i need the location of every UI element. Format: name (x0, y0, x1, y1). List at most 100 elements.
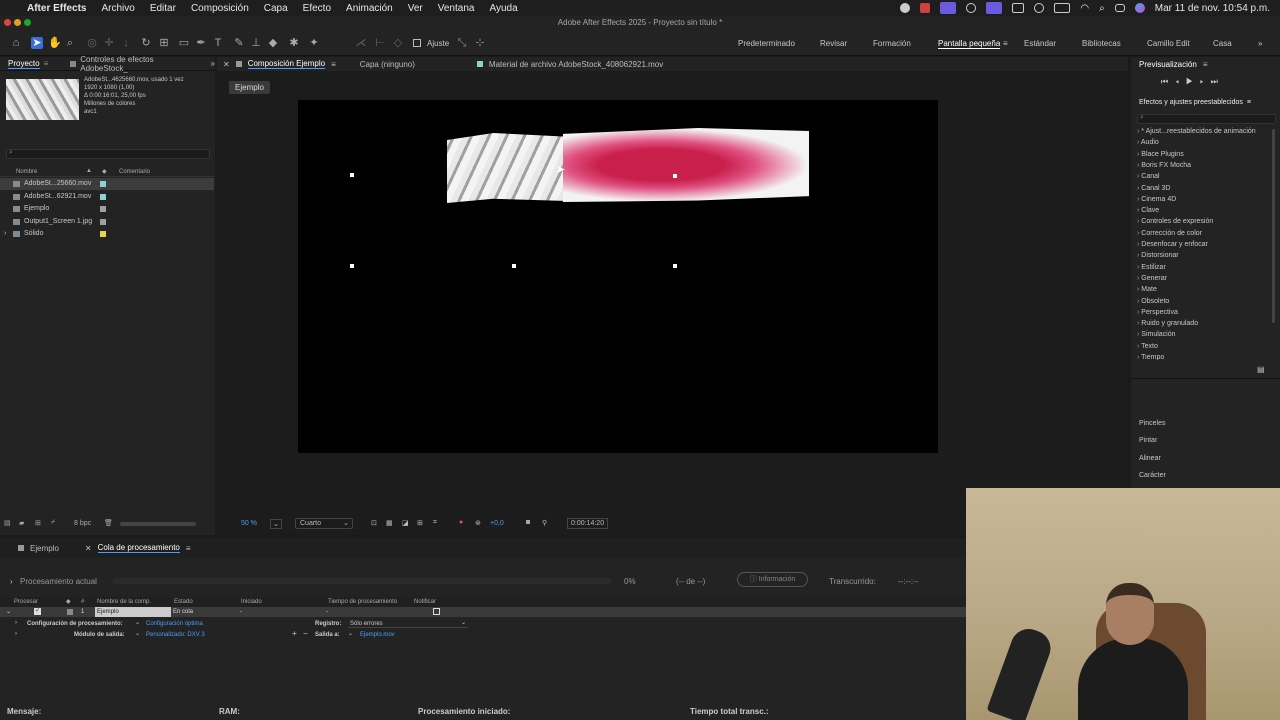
tab-proyecto[interactable]: Proyecto (8, 59, 40, 69)
zoom-value[interactable]: 50 % (241, 520, 257, 527)
new-comp-icon[interactable]: ⊞ (35, 519, 41, 527)
queue-menu-icon[interactable]: ≡ (186, 544, 191, 553)
flowchart-icon[interactable]: ⌿ (51, 519, 55, 527)
effects-category-item[interactable]: › Estilizar (1137, 264, 1166, 271)
preview-menu-icon[interactable]: ≡ (1203, 60, 1208, 69)
project-item[interactable]: › Sólido (0, 228, 214, 240)
panel-pinceles[interactable]: Pinceles (1139, 420, 1165, 427)
extension-icon[interactable] (900, 3, 911, 13)
handle-top-right[interactable] (673, 174, 677, 178)
effects-category-item[interactable]: › Tiempo (1137, 354, 1164, 360)
header-tiempo[interactable]: Tiempo de procesamiento (328, 599, 397, 605)
keyboard-icon[interactable] (1012, 3, 1025, 13)
expand-row-icon[interactable]: ⌄ (6, 608, 11, 615)
handle-mid-right[interactable] (673, 264, 677, 268)
notify-checkbox[interactable] (433, 608, 440, 615)
expand-current-icon[interactable]: › (10, 577, 13, 586)
close-window-button[interactable] (4, 19, 11, 26)
effects-category-item[interactable]: › Ruido y granulado (1137, 320, 1198, 327)
exposure-value[interactable]: +0,0 (490, 520, 504, 527)
menu-ventana[interactable]: Ventana (438, 3, 475, 14)
close-tab-icon[interactable]: ✕ (223, 60, 230, 69)
effects-scrollbar[interactable] (1272, 129, 1275, 323)
local-axis-icon[interactable]: ⋌ (355, 37, 367, 49)
module-value[interactable]: Personalizado: DXV 3 (146, 632, 205, 638)
render-queue-row[interactable]: ⌄ ✓ 1 Ejemplo En cola - - (0, 607, 966, 617)
battery-icon[interactable] (1054, 3, 1071, 13)
header-estado[interactable]: Estado (174, 599, 193, 605)
search-icon[interactable]: ⌕ (1099, 3, 1105, 14)
tab-capa[interactable]: Capa (ninguno) (360, 60, 415, 69)
new-folder-icon[interactable]: ▰ (19, 519, 24, 527)
clone-stamp-icon[interactable]: ⊥ (250, 37, 262, 49)
workspace-estandar[interactable]: Estándar (1024, 39, 1056, 48)
home-icon[interactable]: ⌂ (10, 37, 22, 49)
effects-search-input[interactable]: ⌕ (1137, 114, 1276, 124)
puppet-pin-icon[interactable]: ✦ (308, 37, 320, 49)
effects-menu-icon[interactable]: ≡ (1247, 99, 1251, 106)
effects-category-item[interactable]: › Generar (1137, 275, 1167, 282)
app-icon-red[interactable] (920, 3, 931, 13)
comp-chip-ejemplo[interactable]: Ejemplo (229, 81, 270, 94)
menu-animacion[interactable]: Animación (346, 3, 393, 14)
header-num[interactable]: # (81, 599, 84, 605)
trash-icon[interactable]: 🗑 (104, 519, 113, 527)
control-center-icon[interactable] (1114, 4, 1125, 12)
panel-menu-icon[interactable]: ≡ (44, 59, 49, 68)
effects-category-item[interactable]: › Canal 3D (1137, 185, 1170, 192)
expand-folder-icon[interactable]: › (4, 228, 6, 240)
module-dropdown-icon[interactable]: ⌄ (135, 630, 140, 637)
bpc-label[interactable]: 8 bpc (74, 520, 91, 527)
show-snapshot-icon[interactable]: ⚲ (542, 519, 547, 527)
prev-frame-icon[interactable]: ◂ (1175, 77, 1186, 86)
workspace-casa[interactable]: Casa (1213, 39, 1232, 48)
view-axis-icon[interactable]: ◇ (392, 37, 404, 49)
tab-controles-efectos[interactable]: Controles de efectos AdobeStock_ (80, 55, 202, 73)
pan-behind-icon[interactable]: ⊞ (158, 37, 170, 49)
render-checkbox[interactable]: ✓ (34, 608, 41, 615)
menu-capa[interactable]: Capa (264, 3, 288, 14)
world-axis-icon[interactable]: ⊢ (374, 37, 386, 49)
wifi-icon[interactable]: ◠ (1080, 3, 1089, 14)
snap-options-icon[interactable]: ⤡ (456, 37, 468, 49)
header-procesar[interactable]: Procesar (14, 599, 38, 605)
menu-editar[interactable]: Editar (150, 3, 176, 14)
settings-value[interactable]: Configuración óptima (146, 621, 203, 627)
info-button[interactable]: ⓘ Información (737, 572, 808, 587)
tab-composicion-ejemplo[interactable]: Composición Ejemplo (247, 59, 326, 69)
preview-panel-title[interactable]: Previsualización (1139, 60, 1197, 69)
header-comp-name[interactable]: Nombre de la comp. (97, 599, 151, 605)
effects-category-item[interactable]: › Audio (1137, 139, 1159, 146)
siri-icon[interactable] (1134, 3, 1145, 13)
effects-category-item[interactable]: › Boris FX Mocha (1137, 162, 1191, 169)
region-interest-icon[interactable]: ⊡ (371, 519, 377, 527)
new-bin-icon[interactable]: ▤ (1257, 365, 1265, 374)
zoom-dropdown-icon[interactable]: ⌄ (270, 519, 282, 529)
label-col-icon[interactable]: ◆ (102, 168, 107, 175)
settings-dropdown-icon[interactable]: ⌄ (135, 619, 140, 626)
panel-pintar[interactable]: Pintar (1139, 437, 1157, 444)
first-frame-icon[interactable]: ⏮ (1161, 77, 1175, 86)
dolly-camera-icon[interactable]: ↓ (120, 37, 132, 49)
effects-category-item[interactable]: › Perspectiva (1137, 309, 1178, 316)
menu-ver[interactable]: Ver (408, 3, 423, 14)
menu-archivo[interactable]: Archivo (101, 3, 134, 14)
effects-category-item[interactable]: › Desenfocar y enfocar (1137, 241, 1208, 248)
zoom-tool-icon[interactable]: ⌕ (64, 37, 76, 49)
col-name-header[interactable]: Nombre (16, 169, 37, 175)
tab-cola-procesamiento[interactable]: Cola de procesamiento (97, 543, 180, 553)
minimize-window-button[interactable] (14, 19, 21, 26)
zoom-window-button[interactable] (24, 19, 31, 26)
timecode-display[interactable]: 0:00:14:20 (567, 518, 609, 529)
menu-app[interactable]: After Effects (27, 3, 86, 14)
add-module-icon[interactable]: + (292, 629, 297, 638)
layer-concrete-footage[interactable] (447, 133, 563, 203)
rectangle-tool-icon[interactable]: ▭ (178, 37, 190, 49)
workspace-predeterminado[interactable]: Predeterminado (738, 39, 795, 48)
transparency-grid-icon[interactable]: ▦ (386, 519, 393, 527)
color-channels-icon[interactable]: ● (459, 519, 463, 526)
expand-settings-icon[interactable]: › (15, 620, 17, 626)
effects-category-item[interactable]: › Clave (1137, 207, 1159, 214)
window-icon[interactable] (986, 2, 1003, 14)
expand-module-icon[interactable]: › (15, 631, 17, 637)
